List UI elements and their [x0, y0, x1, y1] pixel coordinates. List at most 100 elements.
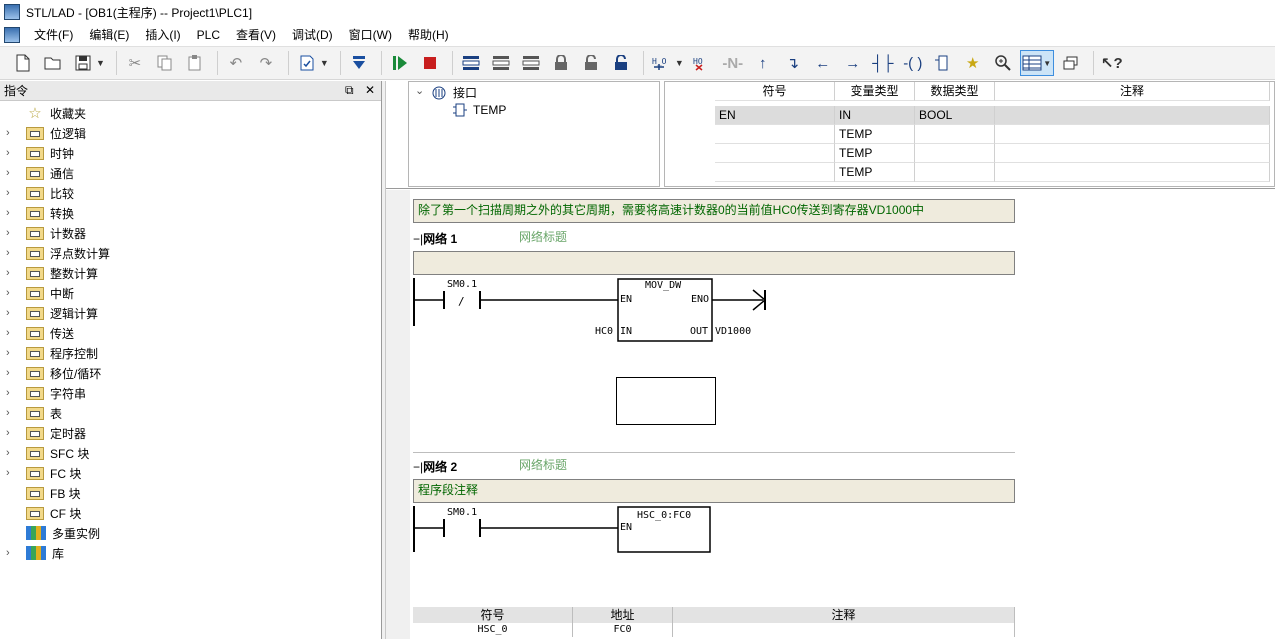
chevron-right-icon[interactable]: › — [6, 547, 20, 559]
column-header[interactable]: 符号 — [715, 82, 835, 101]
interface-cell[interactable] — [715, 144, 835, 163]
chevron-right-icon[interactable]: › — [6, 407, 20, 419]
symbol-table-row[interactable]: HSC_0 FC0 — [413, 623, 1015, 637]
chevron-right-icon[interactable]: › — [6, 127, 20, 139]
float-icon[interactable]: ⧉ — [345, 83, 354, 97]
menu-file[interactable]: 文件(F) — [26, 24, 81, 46]
menu-help[interactable]: 帮助(H) — [400, 24, 457, 46]
tree-item[interactable]: ☆ 收藏夹 — [0, 103, 381, 123]
interface-cell[interactable] — [995, 144, 1270, 163]
network-collapse-icon[interactable]: −| — [413, 460, 423, 474]
cut-icon[interactable]: ✂ — [122, 50, 148, 76]
interface-cell[interactable]: TEMP — [835, 125, 915, 144]
tree-item[interactable]: › 定时器 — [0, 423, 381, 443]
chevron-right-icon[interactable]: › — [6, 367, 20, 379]
interface-row[interactable]: TEMP — [715, 163, 1270, 182]
interface-cell[interactable] — [995, 106, 1270, 125]
interface-cell[interactable]: EN — [715, 106, 835, 125]
collapse-icon[interactable]: ⌄ — [415, 84, 424, 97]
tree-item[interactable]: › 时钟 — [0, 143, 381, 163]
column-header[interactable]: 数据类型 — [915, 82, 995, 101]
network-1-label[interactable]: −|网络 1 — [413, 230, 457, 247]
chevron-right-icon[interactable]: › — [6, 247, 20, 259]
interface-cell[interactable] — [995, 125, 1270, 144]
tree-item[interactable]: 多重实例 — [0, 523, 381, 543]
tree-item[interactable]: FB 块 — [0, 483, 381, 503]
network-comment-icon[interactable] — [518, 50, 544, 76]
menu-edit[interactable]: 编辑(E) — [81, 24, 137, 46]
network-delete-icon[interactable] — [488, 50, 514, 76]
copy-icon[interactable] — [152, 50, 178, 76]
line-left-icon[interactable]: ← — [810, 50, 836, 76]
network-insert-icon[interactable] — [458, 50, 484, 76]
run-icon[interactable] — [387, 50, 413, 76]
context-help-icon[interactable]: ↖? — [1099, 50, 1125, 76]
window-icon[interactable] — [1058, 50, 1084, 76]
menu-debug[interactable]: 调试(D) — [284, 24, 341, 46]
tree-item[interactable]: › 比较 — [0, 183, 381, 203]
network-2-title[interactable]: 网络标题 — [519, 456, 567, 473]
interface-cell[interactable] — [915, 163, 995, 182]
interface-row[interactable]: EN IN BOOL — [715, 106, 1270, 125]
interface-cell[interactable]: TEMP — [835, 144, 915, 163]
chevron-right-icon[interactable]: › — [6, 267, 20, 279]
interface-row[interactable]: TEMP — [715, 125, 1270, 144]
download-icon[interactable] — [346, 50, 372, 76]
chevron-right-icon[interactable]: › — [6, 147, 20, 159]
stop-icon[interactable] — [417, 50, 443, 76]
document-icon[interactable] — [4, 27, 20, 43]
line-right-icon[interactable]: → — [840, 50, 866, 76]
save-icon[interactable] — [70, 50, 96, 76]
tree-item[interactable]: › 表 — [0, 403, 381, 423]
tree-item[interactable]: › 程序控制 — [0, 343, 381, 363]
line-down-icon[interactable]: ↴ — [780, 50, 806, 76]
column-header[interactable]: 变量类型 — [835, 82, 915, 101]
unlock-icon[interactable] — [578, 50, 604, 76]
chevron-right-icon[interactable]: › — [6, 227, 20, 239]
chevron-right-icon[interactable]: › — [6, 387, 20, 399]
lock-icon[interactable] — [548, 50, 574, 76]
tree-item[interactable]: › SFC 块 — [0, 443, 381, 463]
tree-item[interactable]: › 整数计算 — [0, 263, 381, 283]
close-icon[interactable]: ✕ — [365, 83, 375, 97]
network-1-title[interactable]: 网络标题 — [519, 228, 567, 245]
contact-operand[interactable]: SM0.1 — [447, 507, 477, 518]
chevron-right-icon[interactable]: › — [6, 467, 20, 479]
box-icon[interactable] — [930, 50, 956, 76]
interface-cell[interactable] — [715, 163, 835, 182]
tree-item[interactable]: › 库 — [0, 543, 381, 563]
tree-item[interactable]: › 传送 — [0, 323, 381, 343]
block-comment[interactable]: 除了第一个扫描周期之外的其它周期，需要将高速计数器0的当前值HC0传送到寄存器V… — [413, 199, 1015, 223]
favorite-star-icon[interactable]: ★ — [960, 50, 986, 76]
new-icon[interactable] — [10, 50, 36, 76]
interface-cell[interactable]: BOOL — [915, 106, 995, 125]
menu-plc[interactable]: PLC — [189, 24, 228, 46]
column-header[interactable]: 注释 — [995, 82, 1270, 101]
insert-element-dropdown-icon[interactable]: ▼ — [675, 58, 684, 68]
network-2-comment[interactable]: 程序段注释 — [413, 479, 1015, 503]
chevron-right-icon[interactable]: › — [6, 447, 20, 459]
interface-cell[interactable] — [715, 125, 835, 144]
chevron-right-icon[interactable]: › — [6, 287, 20, 299]
chevron-right-icon[interactable]: › — [6, 207, 20, 219]
menu-insert[interactable]: 插入(I) — [137, 24, 188, 46]
coil-icon[interactable]: -( ) — [900, 50, 926, 76]
contact-operand[interactable]: SM0.1 — [447, 279, 477, 290]
network-collapse-icon[interactable]: −| — [413, 232, 423, 246]
key-icon[interactable] — [608, 50, 634, 76]
tree-item[interactable]: › 通信 — [0, 163, 381, 183]
menu-view[interactable]: 查看(V) — [228, 24, 284, 46]
tree-item[interactable]: › 移位/循环 — [0, 363, 381, 383]
menu-window[interactable]: 窗口(W) — [341, 24, 400, 46]
chevron-right-icon[interactable]: › — [6, 167, 20, 179]
undo-icon[interactable]: ↶ — [223, 50, 249, 76]
chevron-right-icon[interactable]: › — [6, 427, 20, 439]
chevron-right-icon[interactable]: › — [6, 327, 20, 339]
in-operand[interactable]: HC0 — [595, 326, 613, 337]
network-2-label[interactable]: −|网络 2 — [413, 458, 457, 475]
tree-item[interactable]: › 转换 — [0, 203, 381, 223]
insert-element-icon[interactable]: H̲O — [649, 50, 675, 76]
interface-cell[interactable] — [915, 144, 995, 163]
column-header[interactable]: 注释 — [673, 607, 1015, 623]
compile-dropdown-icon[interactable]: ▼ — [320, 58, 329, 68]
